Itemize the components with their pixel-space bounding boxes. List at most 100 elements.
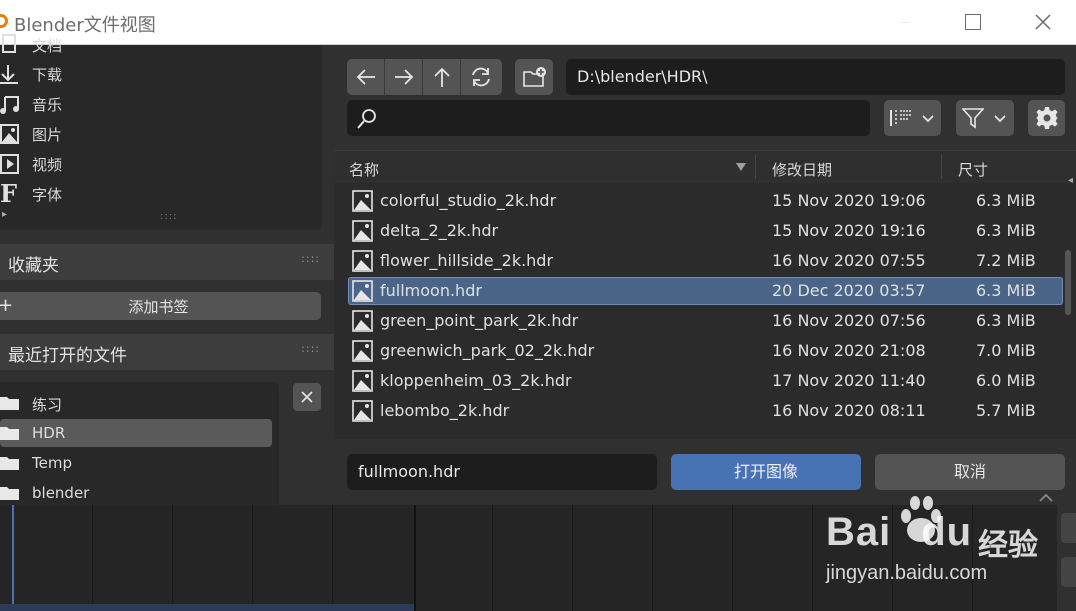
place-item-documents[interactable]: 文档 xyxy=(0,30,320,60)
place-item-downloads[interactable]: 下载 xyxy=(0,59,320,89)
playhead[interactable] xyxy=(12,505,14,611)
place-label: 图片 xyxy=(32,126,63,144)
file-row-selected[interactable]: fullmoon.hdr 20 Dec 2020 03:57 6.3 MiB xyxy=(348,277,1063,305)
place-item-music[interactable]: 音乐 xyxy=(0,89,320,119)
file-size: 6.3 MiB xyxy=(976,191,1036,210)
file-list-header: 名称 修改日期 尺寸 xyxy=(334,150,1076,183)
chevron-down-icon xyxy=(994,115,1006,123)
refresh-button[interactable] xyxy=(461,59,499,95)
recent-item[interactable]: blender xyxy=(0,479,272,505)
filename-input[interactable]: fullmoon.hdr xyxy=(347,454,657,490)
recent-item[interactable]: 练习 xyxy=(0,389,272,417)
forward-button[interactable] xyxy=(385,59,423,95)
timeline-gridline xyxy=(492,505,493,611)
x-icon xyxy=(301,391,313,403)
add-bookmark-button[interactable]: + 添加书签 xyxy=(0,292,321,320)
drag-grip-icon[interactable]: :::: xyxy=(301,252,320,265)
sort-descending-icon[interactable] xyxy=(736,163,746,171)
timeline-end-line xyxy=(414,505,416,611)
side-panel-toggle-icon[interactable]: ◂ xyxy=(1068,175,1076,191)
column-size-header[interactable]: 尺寸 xyxy=(958,159,988,180)
clear-recent-button[interactable] xyxy=(293,383,321,411)
file-name: delta_2_2k.hdr xyxy=(380,221,499,240)
close-icon xyxy=(1035,14,1051,30)
column-name-header[interactable]: 名称 xyxy=(349,159,379,180)
image-file-icon xyxy=(352,400,373,422)
recent-title: 最近打开的文件 xyxy=(8,346,127,366)
place-item-pictures[interactable]: 图片 xyxy=(0,119,320,149)
parent-directory-button[interactable] xyxy=(423,59,461,95)
file-row[interactable]: colorful_studio_2k.hdr 15 Nov 2020 19:06… xyxy=(348,187,1063,215)
close-window-button[interactable] xyxy=(1020,0,1066,45)
file-browser-main: D:\blender\HDR\ 名称 修改日期 尺寸 colorful_stud… xyxy=(334,45,1076,505)
settings-button[interactable] xyxy=(1028,100,1065,136)
image-file-icon xyxy=(352,370,373,392)
file-date: 16 Nov 2020 07:55 xyxy=(772,251,926,270)
recent-item-label: blender xyxy=(32,484,90,502)
open-image-button[interactable]: 打开图像 xyxy=(671,454,861,490)
column-separator[interactable] xyxy=(941,155,942,179)
video-icon xyxy=(0,153,22,175)
watermark-cn: 经验 xyxy=(978,528,1038,563)
file-row[interactable]: flower_hillside_2k.hdr 16 Nov 2020 07:55… xyxy=(348,247,1063,275)
watermark-url: jingyan.baidu.com xyxy=(826,562,988,584)
recent-item[interactable]: Temp xyxy=(0,449,272,477)
music-icon xyxy=(0,93,22,115)
image-icon xyxy=(0,123,22,145)
place-item-videos[interactable]: 视频 xyxy=(0,149,320,179)
timeline-gridline xyxy=(332,505,333,611)
file-name: green_point_park_2k.hdr xyxy=(380,311,579,330)
file-date: 15 Nov 2020 19:06 xyxy=(772,191,926,210)
file-name: greenwich_park_02_2k.hdr xyxy=(380,341,595,360)
image-file-icon xyxy=(352,280,373,302)
back-button[interactable] xyxy=(347,59,385,95)
drag-grip-icon[interactable]: :::: xyxy=(301,342,320,355)
place-label: 文档 xyxy=(32,37,63,55)
folder-icon xyxy=(0,487,19,500)
file-name: colorful_studio_2k.hdr xyxy=(380,191,557,210)
file-name: kloppenheim_03_2k.hdr xyxy=(380,371,572,390)
timeline-gridline xyxy=(732,505,733,611)
file-name: lebombo_2k.hdr xyxy=(380,401,510,420)
file-name: flower_hillside_2k.hdr xyxy=(380,251,554,270)
filter-dropdown[interactable] xyxy=(956,100,1014,136)
place-item-fonts[interactable]: F 字体 xyxy=(0,179,320,209)
timeline-gridline xyxy=(572,505,573,611)
timeline-gridline xyxy=(812,505,813,611)
column-date-header[interactable]: 修改日期 xyxy=(772,159,832,180)
timeline-gridline xyxy=(172,505,173,611)
place-label: 下载 xyxy=(32,66,63,84)
recent-folders-list: 练习 HDR Temp blender xyxy=(0,382,279,505)
image-file-icon xyxy=(352,310,373,332)
file-list-scrollbar[interactable] xyxy=(1065,250,1071,315)
cancel-button[interactable]: 取消 xyxy=(875,454,1065,490)
blender-logo-icon xyxy=(0,14,8,28)
file-row[interactable]: lebombo_2k.hdr 16 Nov 2020 08:11 5.7 MiB xyxy=(348,397,1063,425)
recent-header[interactable]: 最近打开的文件 :::: xyxy=(0,334,334,370)
minimize-button[interactable] xyxy=(882,0,928,45)
timeline-range-bar xyxy=(0,604,414,611)
recent-item-selected[interactable]: HDR xyxy=(0,419,272,447)
search-input[interactable] xyxy=(347,100,870,136)
file-row[interactable]: green_point_park_2k.hdr 16 Nov 2020 07:5… xyxy=(348,307,1063,335)
directory-path-input[interactable]: D:\blender\HDR\ xyxy=(566,59,1065,95)
folder-icon xyxy=(0,457,19,470)
display-mode-dropdown[interactable] xyxy=(884,100,941,136)
timeline-gridline xyxy=(252,505,253,611)
place-label: 字体 xyxy=(32,186,63,204)
new-folder-button[interactable] xyxy=(515,59,553,95)
file-row[interactable]: greenwich_park_02_2k.hdr 16 Nov 2020 21:… xyxy=(348,337,1063,365)
bookmarks-header[interactable]: 收藏夹 :::: xyxy=(0,244,334,280)
file-row[interactable]: delta_2_2k.hdr 15 Nov 2020 19:16 6.3 MiB xyxy=(348,217,1063,245)
image-file-icon xyxy=(352,250,373,272)
expand-arrow-icon[interactable]: ▸ xyxy=(2,209,8,220)
column-separator[interactable] xyxy=(755,155,756,179)
file-date: 16 Nov 2020 07:56 xyxy=(772,311,926,330)
resize-grip-icon[interactable]: :::: xyxy=(160,211,177,222)
refresh-icon xyxy=(472,67,490,87)
navigation-buttons xyxy=(347,59,502,95)
place-label: 音乐 xyxy=(32,96,63,114)
file-row[interactable]: kloppenheim_03_2k.hdr 17 Nov 2020 11:40 … xyxy=(348,367,1063,395)
maximize-button[interactable] xyxy=(950,0,996,45)
file-size: 6.3 MiB xyxy=(976,311,1036,330)
